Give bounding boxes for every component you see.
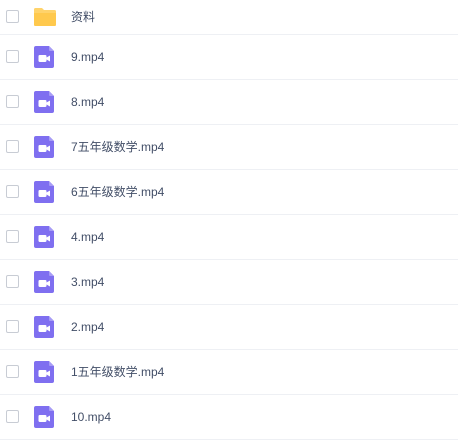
row-checkbox[interactable] (6, 140, 19, 153)
row-checkbox[interactable] (6, 365, 19, 378)
video-file-icon (33, 135, 57, 159)
video-file-icon (33, 225, 57, 249)
file-row[interactable]: 1五年级数学.mp4 (0, 350, 458, 395)
file-name[interactable]: 6五年级数学.mp4 (71, 184, 164, 200)
row-checkbox[interactable] (6, 410, 19, 423)
row-checkbox[interactable] (6, 320, 19, 333)
file-row[interactable]: 7五年级数学.mp4 (0, 125, 458, 170)
row-checkbox[interactable] (6, 185, 19, 198)
video-file-icon (33, 45, 57, 69)
file-list: 资料 9.mp4 8.mp4 7五年级数学.mp4 6五年级数学.mp4 4.m… (0, 0, 458, 444)
video-file-icon (33, 180, 57, 204)
file-name[interactable]: 8.mp4 (71, 94, 104, 110)
video-file-icon (33, 90, 57, 114)
file-name[interactable]: 4.mp4 (71, 229, 104, 245)
row-checkbox[interactable] (6, 10, 19, 23)
video-file-icon (33, 360, 57, 384)
file-row[interactable]: 6五年级数学.mp4 (0, 170, 458, 215)
video-file-icon (33, 315, 57, 339)
file-row[interactable]: 2.mp4 (0, 305, 458, 350)
file-name[interactable]: 7五年级数学.mp4 (71, 139, 164, 155)
file-row[interactable]: 3.mp4 (0, 260, 458, 305)
file-name[interactable]: 9.mp4 (71, 49, 104, 65)
row-checkbox[interactable] (6, 50, 19, 63)
file-row[interactable]: 8.mp4 (0, 80, 458, 125)
file-name[interactable]: 10.mp4 (71, 409, 111, 425)
folder-icon (33, 5, 57, 29)
file-row[interactable]: 10.mp4 (0, 395, 458, 440)
file-row[interactable]: 9.mp4 (0, 35, 458, 80)
file-name[interactable]: 3.mp4 (71, 274, 104, 290)
video-file-icon (33, 270, 57, 294)
file-name[interactable]: 资料 (71, 9, 95, 25)
folder-row[interactable]: 资料 (0, 0, 458, 35)
row-checkbox[interactable] (6, 230, 19, 243)
file-name[interactable]: 2.mp4 (71, 319, 104, 335)
row-checkbox[interactable] (6, 95, 19, 108)
row-checkbox[interactable] (6, 275, 19, 288)
video-file-icon (33, 405, 57, 429)
file-name[interactable]: 1五年级数学.mp4 (71, 364, 164, 380)
file-row[interactable]: 4.mp4 (0, 215, 458, 260)
